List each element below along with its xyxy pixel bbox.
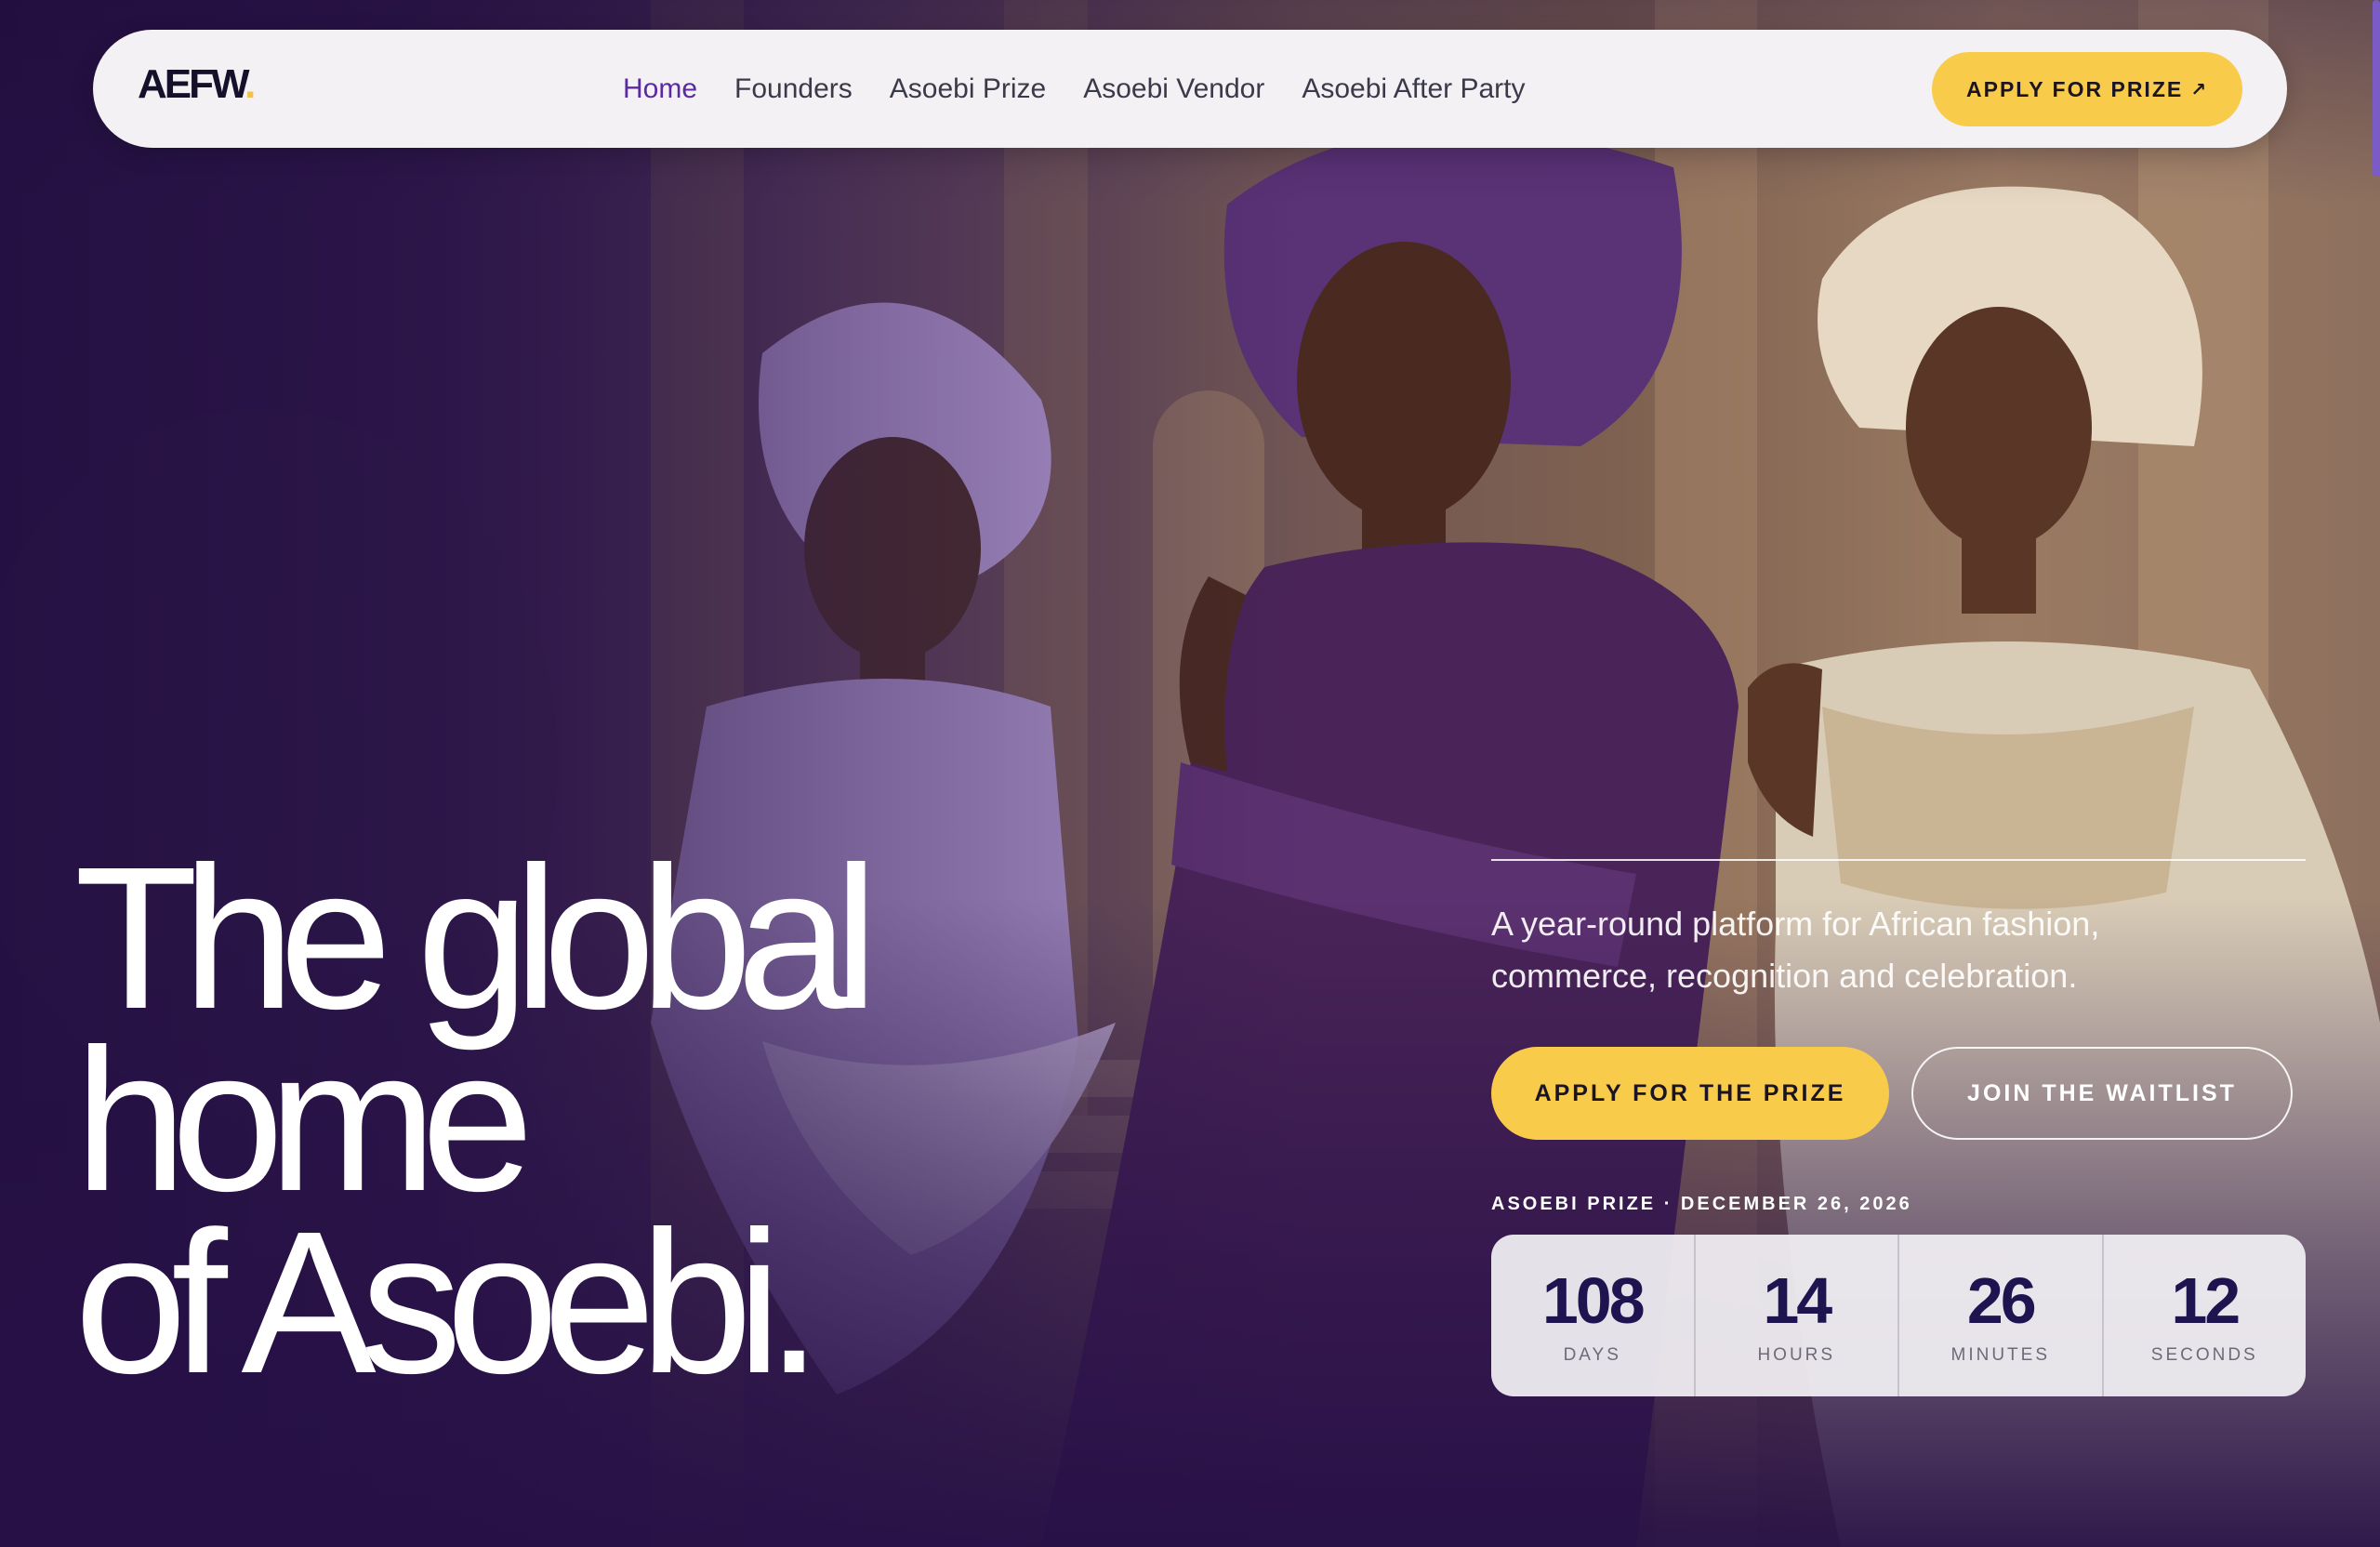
page-scrollbar-thumb[interactable] — [2373, 0, 2380, 177]
headline-line-2: home — [74, 1008, 534, 1234]
countdown-minutes-value: 26 — [1966, 1264, 2037, 1337]
nav-link-asoebi-after-party[interactable]: Asoebi After Party — [1302, 73, 1525, 105]
countdown-seconds: 12 SECONDS — [2104, 1235, 2307, 1396]
countdown-seconds-value: 12 — [2171, 1264, 2241, 1337]
nav-link-founders[interactable]: Founders — [734, 73, 853, 105]
countdown-days-unit: DAYS — [1563, 1345, 1621, 1365]
countdown-minutes-unit: MINUTES — [1950, 1345, 2050, 1365]
hero-headline: The global home of Asoebi. — [74, 826, 879, 1416]
hero-tagline: A year-round platform for African fashio… — [1491, 905, 2100, 995]
countdown-hours-value: 14 — [1763, 1264, 1832, 1337]
countdown-minutes: 26 MINUTES — [1899, 1235, 2104, 1396]
logo-text: AEFW — [138, 61, 247, 107]
logo-dot: . — [245, 61, 256, 107]
apply-for-prize-label: APPLY FOR PRIZE — [1966, 76, 2184, 101]
nav-link-asoebi-prize[interactable]: Asoebi Prize — [890, 73, 1046, 105]
countdown-days: 108 DAYS — [1491, 1235, 1696, 1396]
apply-for-the-prize-button[interactable]: APPLY FOR THE PRIZE — [1491, 1047, 1889, 1140]
countdown-days-value: 108 — [1541, 1264, 1646, 1337]
headline-line-1: The global — [74, 826, 879, 1051]
countdown-timer: 108 DAYS 14 HOURS 26 MINUTES 12 SECONDS — [1491, 1235, 2306, 1396]
countdown-hours-unit: HOURS — [1757, 1345, 1836, 1365]
hero-divider — [1491, 859, 2306, 861]
page: AEFW. Home Founders Asoebi Prize Asoebi … — [0, 0, 2380, 1547]
arrow-up-right-icon: ↗ — [2190, 79, 2208, 100]
countdown-hours: 14 HOURS — [1696, 1235, 1899, 1396]
headline-line-3: of Asoebi. — [74, 1190, 822, 1416]
countdown-seconds-unit: SECONDS — [2150, 1345, 2258, 1365]
nav-link-asoebi-vendor[interactable]: Asoebi Vendor — [1083, 73, 1264, 105]
nav-link-home[interactable]: Home — [623, 73, 697, 105]
top-navbar: AEFW. Home Founders Asoebi Prize Asoebi … — [93, 30, 2287, 148]
event-date-label: ASOEBI PRIZE · DECEMBER 26, 2026 — [1491, 1194, 1912, 1214]
apply-for-prize-button[interactable]: APPLY FOR PRIZE ↗ — [1932, 52, 2242, 126]
site-logo[interactable]: AEFW. — [138, 61, 256, 108]
join-the-waitlist-button[interactable]: JOIN THE WAITLIST — [1911, 1047, 2293, 1140]
nav-links: Home Founders Asoebi Prize Asoebi Vendor… — [623, 30, 1525, 148]
